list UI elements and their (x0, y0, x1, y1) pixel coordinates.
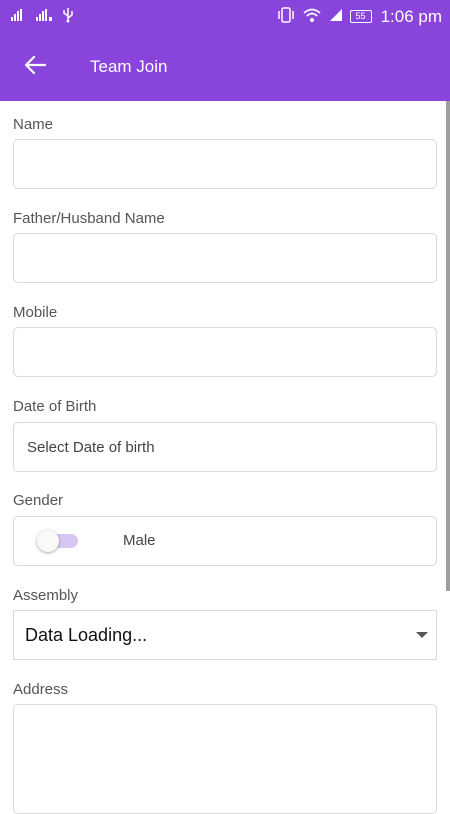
status-right-icons: 55 1:06 pm (277, 7, 442, 27)
usb-icon (62, 7, 74, 27)
gender-field: Male (13, 516, 437, 566)
app-bar: Team Join (0, 33, 450, 101)
date-of-birth-label: Date of Birth (13, 398, 97, 415)
mobile-label: Mobile (13, 304, 58, 321)
team-join-form: Name Father/Husband Name Mobile Date of … (0, 101, 450, 814)
mobile-field[interactable] (13, 327, 437, 377)
date-of-birth-placeholder: Select Date of birth (27, 438, 155, 456)
name-field[interactable] (13, 139, 437, 189)
dropdown-arrow-icon (416, 632, 428, 638)
assembly-select[interactable]: Data Loading... (13, 610, 437, 660)
scrollbar[interactable] (446, 101, 450, 591)
gender-label: Gender (13, 492, 64, 509)
vibrate-icon (277, 6, 295, 27)
status-bar: 55 1:06 pm (0, 0, 450, 33)
address-label: Address (13, 681, 69, 698)
father-husband-name-label: Father/Husband Name (13, 210, 165, 227)
signal-icon (35, 8, 55, 26)
back-button[interactable] (0, 33, 70, 101)
signal-icon (10, 8, 28, 26)
signal-icon (329, 8, 343, 26)
arrow-back-icon (24, 55, 47, 80)
assembly-label: Assembly (13, 587, 79, 604)
status-time: 1:06 pm (380, 6, 442, 26)
assembly-selected-value: Data Loading... (25, 624, 148, 645)
battery-icon: 55 (349, 10, 372, 23)
page-title: Team Join (90, 57, 168, 76)
gender-value: Male (123, 532, 156, 549)
date-of-birth-field[interactable]: Select Date of birth (13, 422, 437, 472)
status-left-icons (10, 7, 74, 27)
father-husband-name-field[interactable] (13, 233, 437, 283)
address-field[interactable] (13, 704, 437, 814)
name-label: Name (13, 116, 54, 133)
gender-toggle-thumb[interactable] (37, 530, 59, 552)
wifi-icon (302, 7, 322, 27)
